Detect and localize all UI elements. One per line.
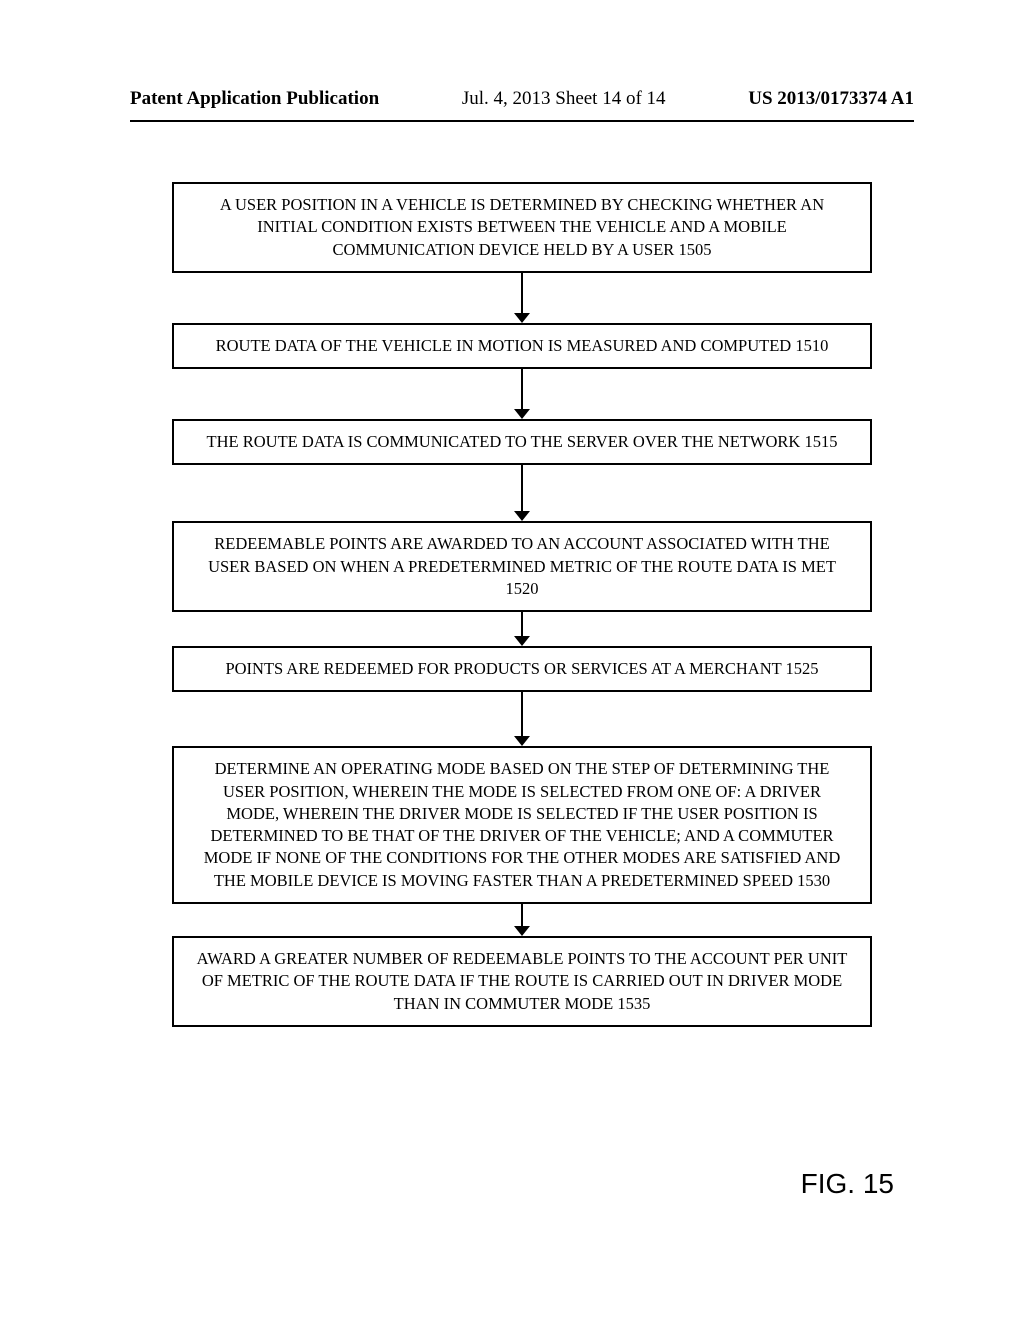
flow-step: REDEEMABLE POINTS ARE AWARDED TO AN ACCO… (172, 521, 872, 612)
page: Patent Application Publication Jul. 4, 2… (0, 0, 1024, 1320)
publication-header: Patent Application Publication Jul. 4, 2… (130, 88, 914, 110)
header-right: US 2013/0173374 A1 (748, 88, 914, 110)
flow-arrow (172, 369, 872, 419)
flow-step: THE ROUTE DATA IS COMMUNICATED TO THE SE… (172, 419, 872, 465)
flow-arrow (172, 273, 872, 323)
header-rule (130, 120, 914, 122)
figure-label: FIG. 15 (801, 1168, 894, 1200)
flow-arrow (172, 692, 872, 746)
header-left: Patent Application Publication (130, 88, 379, 110)
flow-step: ROUTE DATA OF THE VEHICLE IN MOTION IS M… (172, 323, 872, 369)
flow-arrow (172, 465, 872, 521)
flow-arrow (172, 904, 872, 936)
flow-arrow (172, 612, 872, 646)
flow-step: DETERMINE AN OPERATING MODE BASED ON THE… (172, 746, 872, 904)
flow-step: POINTS ARE REDEEMED FOR PRODUCTS OR SERV… (172, 646, 872, 692)
flow-step: AWARD A GREATER NUMBER OF REDEEMABLE POI… (172, 936, 872, 1027)
flowchart: A USER POSITION IN A VEHICLE IS DETERMIN… (172, 182, 872, 1027)
header-center: Jul. 4, 2013 Sheet 14 of 14 (462, 88, 666, 110)
flow-step: A USER POSITION IN A VEHICLE IS DETERMIN… (172, 182, 872, 273)
